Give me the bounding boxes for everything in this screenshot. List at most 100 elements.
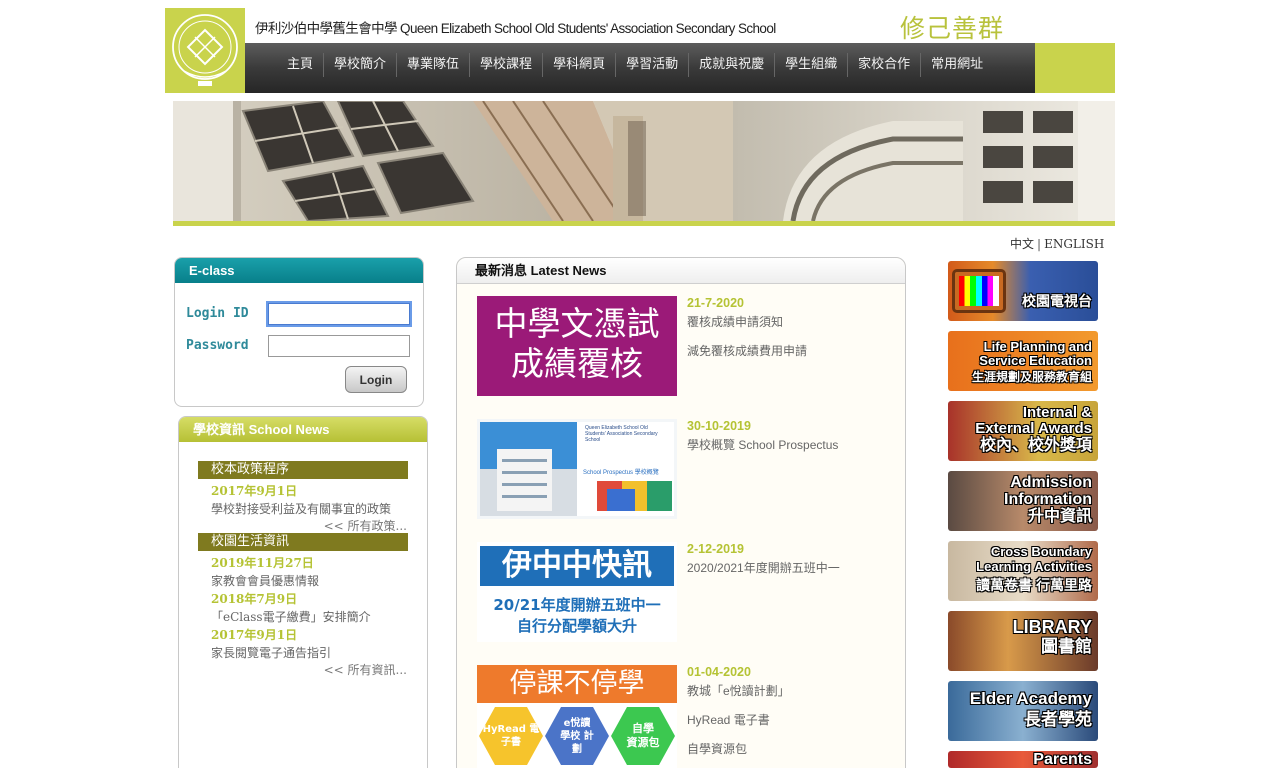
news-date: 2-12-2019 [687,542,744,556]
header-accent [1035,43,1115,93]
news-date: 21-7-2020 [687,296,744,310]
news-link[interactable]: 減免覆核成績費用申請 [687,342,807,359]
thumb-line: e悅讀 學校 計劃 [545,707,609,765]
tile-cross-boundary[interactable]: Cross Boundary Learning Activities 讀萬卷書 … [948,541,1098,601]
school-news-date: 2018年7月9日 [211,592,298,606]
tile-label: 校園電視台 [1022,293,1092,309]
news-thumbnail[interactable]: 中學文憑試 成績覆核 [477,296,677,396]
school-news-panel: 學校資訊 School News 校本政策程序 2017年9月1日 學校對接受利… [178,416,428,768]
latest-news-title: 最新消息 Latest News [457,258,905,284]
news-item: 停課不停學 HyRead 電子書 e悅讀 學校 計劃 自學 資源包 01-04-… [477,665,897,768]
nav-subject-pages[interactable]: 學科網頁 [543,55,615,75]
campus-building-image [173,101,1115,223]
news-item: Queen Elizabeth School Old Students' Ass… [477,419,897,529]
thumb-line: School Prospectus 學校概覽 [583,470,659,476]
tile-label: Life Planning and [983,339,1092,354]
main-nav-list: 主頁 學校簡介 專業隊伍 學校課程 學科網頁 學習活動 成就與祝慶 學生組織 家… [277,53,993,77]
school-crest-icon [172,14,238,86]
tile-library[interactable]: LIBRARY 圖書館 [948,611,1098,671]
nav-curriculum[interactable]: 學校課程 [470,55,542,75]
news-link[interactable]: 2020/2021年度開辦五班中一 [687,559,840,576]
school-motto: 修己善群 [900,14,1005,43]
tile-elder-academy[interactable]: Elder Academy 長者學苑 [948,681,1098,741]
news-thumbnail[interactable]: 停課不停學 HyRead 電子書 e悅讀 學校 計劃 自學 資源包 [477,665,677,768]
lang-english-link[interactable]: ENGLISH [1044,237,1104,251]
nav-professional-team[interactable]: 專業隊伍 [397,55,469,75]
school-news-category[interactable]: 校園生活資訊 [198,533,408,551]
site-header: 伊利沙伯中學舊生會中學 Queen Elizabeth School Old S… [165,8,1115,93]
tile-label: Parents [1033,751,1092,768]
login-id-label: Login ID [186,306,249,321]
tile-label: Learning Activities [976,559,1092,574]
school-news-link[interactable]: 家長閱覽電子通告指引 [211,644,331,661]
lang-separator: | [1037,237,1042,251]
school-news-link[interactable]: 「eClass電子繳費」安排簡介 [211,608,371,625]
school-news-link[interactable]: 家教會會員優惠情報 [211,572,319,589]
news-item: 中學文憑試 成績覆核 21-7-2020 覆核成績申請須知 減免覆核成績費用申請 [477,296,897,406]
news-link[interactable]: 學校概覽 School Prospectus [687,436,838,453]
tile-campus-tv[interactable]: 校園電視台 [948,261,1098,321]
tv-icon [952,269,1006,313]
school-title: 伊利沙伯中學舊生會中學 Queen Elizabeth School Old S… [255,21,776,36]
header-title-area: 伊利沙伯中學舊生會中學 Queen Elizabeth School Old S… [245,8,1115,43]
school-logo[interactable] [165,8,245,93]
school-news-link[interactable]: 學校對接受利益及有關事宜的政策 [211,500,391,517]
tile-admission[interactable]: Admission Information 升中資訊 [948,471,1098,531]
tile-label: 校內、校外獎項 [979,437,1092,454]
thumb-line: 中學文憑試 [494,304,660,343]
tile-label: Internal & [1022,404,1092,421]
news-link[interactable]: 自學資源包 [687,740,747,757]
password-label: Password [186,338,249,353]
thumb-line: Queen Elizabeth School Old Students' Ass… [585,425,658,443]
tile-label: Cross Boundary [990,544,1092,559]
password-input[interactable] [268,335,410,357]
news-link[interactable]: HyRead 電子書 [687,711,770,728]
nav-home-school[interactable]: 家校合作 [848,55,920,75]
tile-label: Admission [1010,474,1092,491]
nav-learning-activities[interactable]: 學習活動 [616,55,688,75]
school-news-date: 2017年9月1日 [211,628,298,642]
thumb-line: 20/21年度開辦五班中一 [493,596,661,614]
thumb-line: HyRead 電子書 [479,707,543,765]
news-link[interactable]: 覆核成績申請須知 [687,313,783,330]
login-id-input[interactable] [266,301,412,327]
nav-home[interactable]: 主頁 [277,55,323,75]
all-policies-link[interactable]: << 所有政策... [324,517,407,534]
nav-useful-links[interactable]: 常用網址 [921,55,993,75]
school-news-category[interactable]: 校本政策程序 [198,461,408,479]
news-item: 伊中中快訊 20/21年度開辦五班中一 自行分配學額大升 2-12-2019 2… [477,542,897,652]
tile-parents[interactable]: Parents [948,751,1098,768]
school-news-date: 2019年11月27日 [211,556,314,570]
tile-awards[interactable]: Internal & External Awards 校內、校外獎項 [948,401,1098,461]
main-nav: 主頁 學校簡介 專業隊伍 學校課程 學科網頁 學習活動 成就與祝慶 學生組織 家… [245,43,1035,93]
eclass-login-panel: E-class Login ID Password Login [174,257,424,407]
news-date: 30-10-2019 [687,419,751,433]
tile-label: 升中資訊 [1027,508,1092,525]
all-info-link[interactable]: << 所有資訊... [324,661,407,678]
school-news-date: 2017年9月1日 [211,484,298,498]
tile-label: 生涯規劃及服務教育組 [971,370,1092,384]
lang-chinese-link[interactable]: 中文 [1010,237,1034,251]
tile-label: Service Education [979,353,1092,368]
news-link[interactable]: 教城「e悅讀計劃」 [687,682,790,699]
thumb-line: 自行分配學額大升 [516,617,637,635]
tile-label: 圖書館 [1041,637,1092,656]
thumb-line: 成績覆核 [511,344,643,383]
latest-news-panel: 最新消息 Latest News 中學文憑試 成績覆核 21-7-2020 覆核… [456,257,906,768]
tile-label: 長者學苑 [1024,710,1092,729]
login-button[interactable]: Login [345,366,407,393]
news-thumbnail[interactable]: 伊中中快訊 20/21年度開辦五班中一 自行分配學額大升 [477,542,677,642]
thumb-line: 停課不停學 [477,665,677,703]
tile-label: Information [1004,491,1092,508]
thumb-line: 伊中中快訊 [480,546,674,586]
nav-student-organizations[interactable]: 學生組織 [775,55,847,75]
language-switcher: 中文 | ENGLISH [1010,235,1104,252]
tile-label: Elder Academy [969,689,1092,708]
banner-accent-strip [173,221,1115,226]
nav-school-intro[interactable]: 學校簡介 [324,55,396,75]
tile-life-planning[interactable]: Life Planning and Service Education 生涯規劃… [948,331,1098,391]
news-thumbnail[interactable]: Queen Elizabeth School Old Students' Ass… [477,419,677,519]
nav-achievements[interactable]: 成就與祝慶 [689,55,774,75]
campus-banner [173,101,1115,226]
tile-label: 讀萬卷書 行萬里路 [976,577,1092,593]
